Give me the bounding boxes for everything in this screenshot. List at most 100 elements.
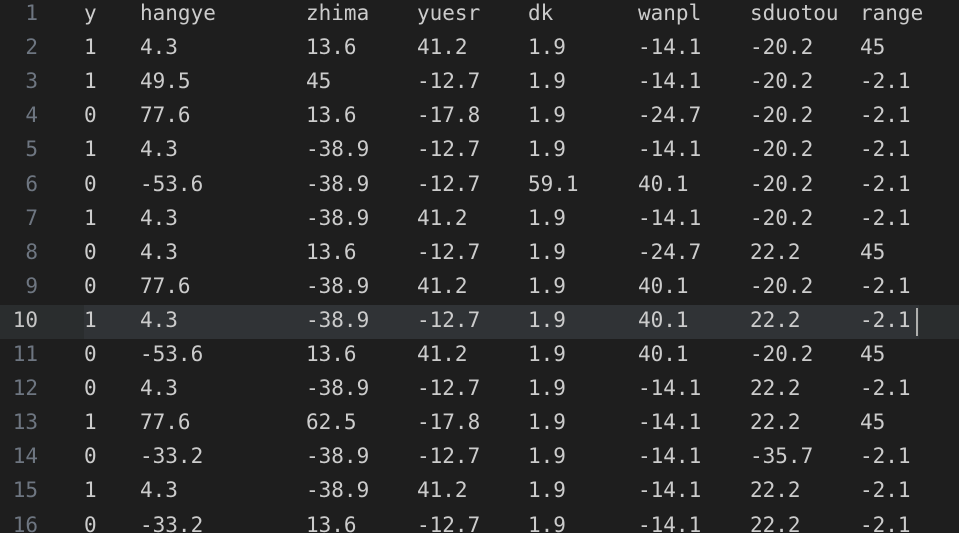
editor-line[interactable]: 9 0 77.6 -38.9 41.2 1.9 40.1 -20.2 -2.1 [0, 271, 959, 305]
cell-zhima: zhima [306, 1, 370, 25]
cell-wanpl: -14.1 [638, 410, 702, 435]
cell-hangye: 49.5 [140, 69, 191, 94]
cell-wanpl: -14.1 [638, 478, 702, 503]
cell-sduotou: 22.2 [750, 239, 801, 264]
cell-y: 1 [84, 35, 97, 60]
cell-range: range [860, 1, 924, 25]
cell-wanpl: 40.1 [638, 273, 689, 298]
cell-range: -2.1 [860, 103, 911, 128]
editor-line[interactable]: 6 0 -53.6 -38.9 -12.7 59.1 40.1 -20.2 -2.1 [0, 169, 959, 203]
cell-hangye: 4.3 [140, 376, 178, 401]
line-number: 1 [25, 1, 38, 25]
line-number: 3 [25, 69, 38, 94]
line-number: 10 [12, 307, 38, 332]
cell-sduotou: -20.2 [750, 273, 814, 298]
cell-yuesr: 41.2 [417, 478, 468, 503]
line-content[interactable]: y hangye zhima yuesr dk wanpl sduotou range [84, 0, 923, 32]
line-content[interactable]: 1 4.3 -38.9 41.2 1.9 -14.1 -20.2 -2.1 [84, 203, 919, 237]
cell-zhima: -38.9 [306, 171, 370, 196]
cell-yuesr: -12.7 [417, 171, 481, 196]
cell-zhima: 13.6 [306, 35, 357, 60]
cell-zhima: 62.5 [306, 410, 357, 435]
cell-y: 1 [84, 205, 97, 230]
cell-range: 45 [860, 342, 886, 366]
line-content[interactable]: 0 -53.6 13.6 41.2 1.9 40.1 -20.2 45 [84, 339, 919, 373]
editor-line[interactable]: 4 0 77.6 13.6 -17.8 1.9 -24.7 -20.2 -2.1 [0, 100, 959, 134]
cell-zhima: 13.6 [306, 239, 357, 264]
editor-line[interactable]: 15 1 4.3 -38.9 41.2 1.9 -14.1 22.2 -2.1 [0, 475, 959, 509]
cell-wanpl: -14.1 [638, 137, 702, 162]
line-content[interactable]: 0 -33.2 -38.9 -12.7 1.9 -14.1 -35.7 -2.1 [84, 441, 919, 475]
editor-line[interactable]: 11 0 -53.6 13.6 41.2 1.9 40.1 -20.2 45 [0, 339, 959, 373]
editor-line[interactable]: 8 0 4.3 13.6 -12.7 1.9 -24.7 22.2 45 [0, 237, 959, 271]
cell-hangye: 4.3 [140, 137, 178, 162]
line-content[interactable]: 1 4.3 -38.9 -12.7 1.9 -14.1 -20.2 -2.1 [84, 134, 919, 168]
cell-wanpl: 40.1 [638, 171, 689, 196]
cell-hangye: 4.3 [140, 478, 178, 503]
cell-range: 45 [860, 410, 886, 435]
line-content[interactable]: 0 77.6 13.6 -17.8 1.9 -24.7 -20.2 -2.1 [84, 100, 919, 134]
cell-yuesr: -17.8 [417, 410, 481, 435]
cell-dk: 59.1 [528, 171, 579, 196]
cell-zhima: -38.9 [306, 205, 370, 230]
cell-sduotou: sduotou [750, 1, 839, 25]
editor-line[interactable]: 1 y hangye zhima yuesr dk wanpl sduotou range [0, 0, 959, 32]
cell-yuesr: 41.2 [417, 342, 468, 366]
cell-y: 1 [84, 137, 97, 162]
cell-y: 0 [84, 342, 97, 366]
line-content[interactable]: 1 77.6 62.5 -17.8 1.9 -14.1 22.2 45 [84, 407, 919, 441]
editor-line[interactable]: 12 0 4.3 -38.9 -12.7 1.9 -14.1 22.2 -2.1 [0, 373, 959, 407]
cell-dk: 1.9 [528, 512, 566, 533]
cell-yuesr: -12.7 [417, 137, 481, 162]
editor-line[interactable]: 10 1 4.3 -38.9 -12.7 1.9 40.1 22.2 -2.1 [0, 304, 959, 339]
cell-hangye: 4.3 [140, 35, 178, 60]
cell-range: -2.1 [860, 273, 911, 298]
cell-zhima: -38.9 [306, 478, 370, 503]
cell-wanpl: -24.7 [638, 103, 702, 128]
cell-zhima: 13.6 [306, 512, 357, 533]
cell-y: 0 [84, 171, 97, 196]
cell-sduotou: 22.2 [750, 307, 801, 332]
editor-line[interactable]: 13 1 77.6 62.5 -17.8 1.9 -14.1 22.2 45 [0, 407, 959, 441]
cell-hangye: -33.2 [140, 512, 204, 533]
cell-y: 1 [84, 478, 97, 503]
cell-wanpl: -14.1 [638, 376, 702, 401]
line-content[interactable]: 1 49.5 45 -12.7 1.9 -14.1 -20.2 -2.1 [84, 66, 919, 100]
cell-range: -2.1 [860, 376, 911, 401]
editor-line[interactable]: 16 0 -33.2 13.6 -12.7 1.9 -14.1 22.2 -2.1 [0, 510, 959, 533]
cell-zhima: -38.9 [306, 307, 370, 332]
cell-yuesr: yuesr [417, 1, 481, 25]
cell-yuesr: 41.2 [417, 205, 468, 230]
line-content[interactable]: 0 4.3 13.6 -12.7 1.9 -24.7 22.2 45 [84, 237, 919, 271]
cell-yuesr: -12.7 [417, 444, 481, 469]
cell-range: 45 [860, 239, 886, 264]
cell-dk: 1.9 [528, 342, 566, 366]
editor-line[interactable]: 5 1 4.3 -38.9 -12.7 1.9 -14.1 -20.2 -2.1 [0, 134, 959, 168]
cell-wanpl: -24.7 [638, 239, 702, 264]
editor-line[interactable]: 2 1 4.3 13.6 41.2 1.9 -14.1 -20.2 45 [0, 32, 959, 66]
line-number: 7 [25, 205, 38, 230]
line-content[interactable]: 0 77.6 -38.9 41.2 1.9 40.1 -20.2 -2.1 [84, 271, 919, 305]
cell-zhima: 13.6 [306, 342, 357, 366]
editor-line[interactable]: 3 1 49.5 45 -12.7 1.9 -14.1 -20.2 -2.1 [0, 66, 959, 100]
line-content[interactable]: 0 4.3 -38.9 -12.7 1.9 -14.1 22.2 -2.1 [84, 373, 919, 407]
line-content[interactable]: 1 4.3 13.6 41.2 1.9 -14.1 -20.2 45 [84, 32, 919, 66]
cell-yuesr: -12.7 [417, 376, 481, 401]
cell-y: 0 [84, 512, 97, 533]
editor-line[interactable]: 7 1 4.3 -38.9 41.2 1.9 -14.1 -20.2 -2.1 [0, 203, 959, 237]
cell-sduotou: 22.2 [750, 376, 801, 401]
line-number: 8 [25, 239, 38, 264]
line-content[interactable]: 1 4.3 -38.9 41.2 1.9 -14.1 22.2 -2.1 [84, 475, 919, 509]
cell-dk: 1.9 [528, 478, 566, 503]
cell-wanpl: -14.1 [638, 35, 702, 60]
cell-y: 1 [84, 410, 97, 435]
line-content[interactable]: 1 4.3 -38.9 -12.7 1.9 40.1 22.2 -2.1 [84, 304, 919, 339]
editor-line[interactable]: 14 0 -33.2 -38.9 -12.7 1.9 -14.1 -35.7 -2.1 [0, 441, 959, 475]
cell-hangye: 77.6 [140, 273, 191, 298]
line-number: 13 [12, 410, 38, 435]
text-editor[interactable]: 1 y hangye zhima yuesr dk wanpl sduotou range 2 1 4… [0, 0, 959, 533]
line-content[interactable]: 0 -33.2 13.6 -12.7 1.9 -14.1 22.2 -2.1 [84, 510, 919, 533]
line-content[interactable]: 0 -53.6 -38.9 -12.7 59.1 40.1 -20.2 -2.1 [84, 169, 919, 203]
cell-dk: 1.9 [528, 410, 566, 435]
cell-yuesr: -12.7 [417, 307, 481, 332]
